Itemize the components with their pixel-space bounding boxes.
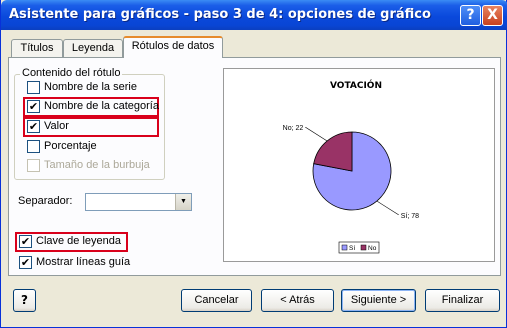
legend-swatch [360, 244, 367, 251]
tab-strip: Títulos Leyenda Rótulos de datos [1, 36, 507, 58]
checkbox-series-name[interactable] [27, 81, 40, 94]
finish-button[interactable]: Finalizar [425, 289, 500, 312]
help-button[interactable]: ? [13, 289, 36, 312]
label-contents-group-title: Contenido del rótulo [20, 67, 123, 79]
value-label: Valor [44, 120, 69, 132]
checkbox-percentage[interactable] [27, 140, 40, 153]
checkbox-bubble-size [27, 159, 40, 172]
window-title: Asistente para gráficos - paso 3 de 4: o… [9, 7, 431, 22]
tab-label: Leyenda [71, 42, 115, 54]
checkbox-leader-lines[interactable]: ✔ [19, 256, 32, 269]
tab-titulos[interactable]: Títulos [11, 39, 63, 58]
option-value[interactable]: ✔ Valor [27, 119, 147, 135]
next-button[interactable]: Siguiente > [341, 289, 416, 312]
help-titlebar-button[interactable]: ? [460, 5, 481, 26]
question-icon: ? [21, 293, 28, 307]
series-name-label: Nombre de la serie [44, 81, 137, 93]
option-legend-key[interactable]: ✔ Clave de leyenda [19, 234, 127, 250]
tab-label: Rótulos de datos [131, 40, 215, 52]
close-button[interactable]: X [482, 5, 503, 26]
pie-chart: VOTACIÓN Sí; 78 No; 22 Sí No [283, 79, 419, 254]
separator-label: Separador: [18, 195, 73, 207]
back-button[interactable]: < Atrás [261, 289, 334, 312]
pie-slice-no [313, 131, 353, 172]
legend-swatch [341, 244, 348, 251]
option-series-name[interactable]: Nombre de la serie [27, 80, 167, 96]
title-bar[interactable]: Asistente para gráficos - paso 3 de 4: o… [1, 0, 507, 30]
bubble-size-label: Tamaño de la burbuja [44, 159, 150, 171]
data-label: Sí; 78 [401, 213, 419, 220]
tab-label: Títulos [20, 42, 54, 54]
percentage-label: Porcentaje [44, 140, 97, 152]
category-name-label: Nombre de la categoría [44, 100, 159, 112]
chart-title: VOTACIÓN [330, 79, 382, 91]
leader-lines-label: Mostrar líneas guía [36, 256, 131, 268]
cancel-button[interactable]: Cancelar [181, 289, 252, 312]
tab-rotulos-de-datos[interactable]: Rótulos de datos [123, 36, 223, 58]
checkbox-category-name[interactable]: ✔ [27, 100, 40, 113]
option-leader-lines[interactable]: ✔ Mostrar líneas guía [19, 255, 145, 271]
leader-line [376, 200, 399, 216]
legend-entry: Sí [349, 245, 355, 252]
tab-leyenda[interactable]: Leyenda [63, 39, 123, 58]
chart-wizard-dialog: Asistente para gráficos - paso 3 de 4: o… [0, 0, 507, 328]
leader-line [305, 126, 328, 142]
chevron-down-icon[interactable]: ▼ [175, 194, 191, 210]
data-label: No; 22 [283, 125, 304, 132]
option-category-name[interactable]: ✔ Nombre de la categoría [27, 99, 159, 115]
legend-entry: No [368, 245, 377, 252]
checkbox-value[interactable]: ✔ [27, 120, 40, 133]
close-icon: X [487, 7, 498, 23]
checkbox-legend-key[interactable]: ✔ [19, 235, 32, 248]
question-icon: ? [466, 7, 475, 23]
separator-dropdown[interactable]: ▼ [85, 193, 192, 211]
option-percentage[interactable]: Porcentaje [27, 139, 147, 155]
chart-preview: VOTACIÓN Sí; 78 No; 22 Sí No [223, 68, 495, 262]
legend-key-label: Clave de leyenda [36, 235, 122, 247]
option-bubble-size: Tamaño de la burbuja [27, 158, 163, 174]
